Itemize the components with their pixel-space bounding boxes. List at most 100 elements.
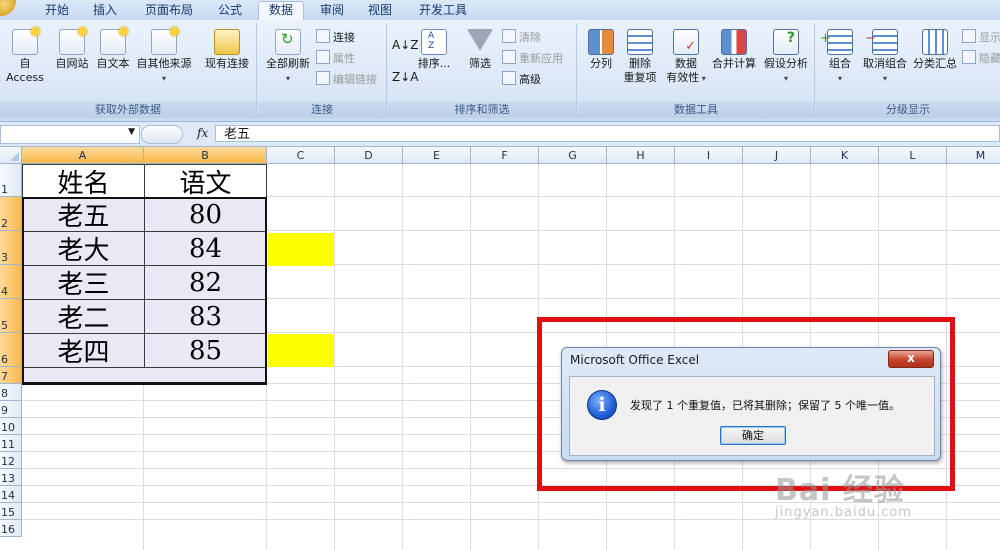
office-button[interactable] [0,0,16,16]
row-header-12[interactable]: 12 [0,452,22,469]
tab-page-layout[interactable]: 页面布局 [137,2,201,20]
subtotal-button[interactable]: 分类汇总 [912,25,958,71]
column-header-k[interactable]: K [811,147,879,164]
tab-insert[interactable]: 插入 [84,2,126,20]
row-header-15[interactable]: 15 [0,503,22,520]
watermark-url: jingyan.baidu.com [775,505,912,520]
dropdown-arrow-icon: ▾ [699,74,706,83]
table-cell[interactable]: 83 [144,299,267,334]
properties-button[interactable]: 属性 [316,50,355,66]
row-header-14[interactable]: 14 [0,486,22,503]
refresh-all-button[interactable]: 全部刷新▾ [260,25,316,86]
tab-developer[interactable]: 开发工具 [411,2,475,20]
row-header-11[interactable]: 11 [0,435,22,452]
table-cell[interactable]: 老三 [22,265,145,300]
row-header-3[interactable]: 3 [0,231,22,265]
from-web-button[interactable]: 自网站 [52,25,92,71]
tab-home[interactable]: 开始 [36,2,78,20]
column-header-m[interactable]: M [947,147,1000,164]
row-header-1[interactable]: 1 [0,164,22,197]
data-validation-button[interactable]: 数据有效性 ▾ [666,25,706,86]
table-cell[interactable]: 老四 [22,333,145,368]
column-header-f[interactable]: F [471,147,539,164]
tab-review[interactable]: 审阅 [312,2,352,20]
consolidate-button[interactable]: 合并计算 [708,25,760,71]
row-header-6[interactable]: 6 [0,333,22,367]
reapply-button[interactable]: 重新应用 [502,50,563,66]
remove-duplicates-button[interactable]: 删除 重复项 [620,25,660,85]
formula-input[interactable]: 老五 [215,125,1000,142]
row-header-10[interactable]: 10 [0,418,22,435]
column-header-c[interactable]: C [267,147,335,164]
tab-view[interactable]: 视图 [360,2,400,20]
group-label: 获取外部数据 [0,102,256,118]
row-header-16[interactable]: 16 [0,520,22,537]
table-cell[interactable]: 老五 [22,197,145,232]
tab-data[interactable]: 数据 [258,1,304,22]
row-header-5[interactable]: 5 [0,299,22,333]
table-cell-empty[interactable] [22,367,267,384]
advanced-filter-button[interactable]: 高级 [502,71,541,87]
row-header-13[interactable]: 13 [0,469,22,486]
group-label: 数据工具 [578,102,814,118]
highlighted-cell-c6[interactable] [268,334,334,367]
edit-links-icon [316,71,330,85]
table-cell[interactable]: 80 [144,197,267,232]
existing-connections-button[interactable]: 现有连接 [200,25,254,71]
header-cell-name[interactable]: 姓名 [22,164,145,199]
edit-links-button[interactable]: 编辑链接 [316,71,377,87]
dropdown-arrow-icon: ▾ [837,74,842,83]
table-cell[interactable]: 82 [144,265,267,300]
from-access-button[interactable]: 自 Access [0,25,50,85]
row-header-8[interactable]: 8 [0,384,22,401]
row-header-7[interactable]: 7 [0,367,22,384]
column-header-h[interactable]: H [607,147,675,164]
row-header-2[interactable]: 2 [0,197,22,231]
group-get-external-data: 自 Access 自网站 自文本 自其他来源 ▾ 现有连接 获取外部数据 [0,23,257,118]
tab-formulas[interactable]: 公式 [210,2,250,20]
table-cell[interactable]: 老二 [22,299,145,334]
message-dialog: Microsoft Office Excel x i 发现了 1 个重复值，已将… [561,347,941,461]
insert-function-icon[interactable]: fx [197,126,208,140]
select-all-button[interactable] [0,147,22,164]
sort-ascending-button[interactable]: A↓Z [392,37,418,53]
sort-button[interactable]: 排序... [416,25,452,71]
column-header-b[interactable]: B [144,147,267,164]
from-other-sources-button[interactable]: 自其他来源 ▾ [134,25,194,86]
column-header-d[interactable]: D [335,147,403,164]
group-outline: 组合▾ 取消组合▾ 分类汇总 显示 隐藏 分级显示 [816,23,1000,118]
column-header-e[interactable]: E [403,147,471,164]
sort-descending-button[interactable]: Z↓A [392,69,418,85]
subtotal-icon [922,29,948,55]
gridline [470,164,471,550]
filter-button[interactable]: 筛选 [462,25,498,71]
column-header-a[interactable]: A [22,147,144,164]
ok-button[interactable]: 确定 [720,426,786,445]
what-if-analysis-button[interactable]: 假设分析▾ [760,25,812,86]
column-header-g[interactable]: G [539,147,607,164]
group-button[interactable]: 组合▾ [820,25,858,86]
row-header-4[interactable]: 4 [0,265,22,299]
column-header-j[interactable]: J [743,147,811,164]
table-cell[interactable]: 84 [144,231,267,266]
clear-filter-button[interactable]: 清除 [502,29,541,45]
dialog-close-button[interactable]: x [888,350,934,368]
hide-detail-button[interactable]: 隐藏 [962,50,1000,66]
name-box[interactable]: ▼ [0,125,140,144]
connections-button[interactable]: 连接 [316,29,355,45]
row-header-9[interactable]: 9 [0,401,22,418]
column-header-i[interactable]: I [675,147,743,164]
table-cell[interactable]: 85 [144,333,267,368]
column-header-l[interactable]: L [879,147,947,164]
ungroup-button[interactable]: 取消组合▾ [860,25,910,86]
filter-funnel-icon [467,29,493,51]
text-to-columns-button[interactable]: 分列 [584,25,618,71]
table-cell[interactable]: 老大 [22,231,145,266]
show-detail-button[interactable]: 显示 [962,29,1000,45]
name-box-dropdown-icon[interactable]: ▼ [128,127,135,137]
header-cell-chinese[interactable]: 语文 [144,164,267,199]
formula-expand-handle[interactable] [141,125,183,144]
from-text-button[interactable]: 自文本 [93,25,133,71]
highlighted-cell-c3[interactable] [268,233,334,266]
access-icon [12,27,40,55]
